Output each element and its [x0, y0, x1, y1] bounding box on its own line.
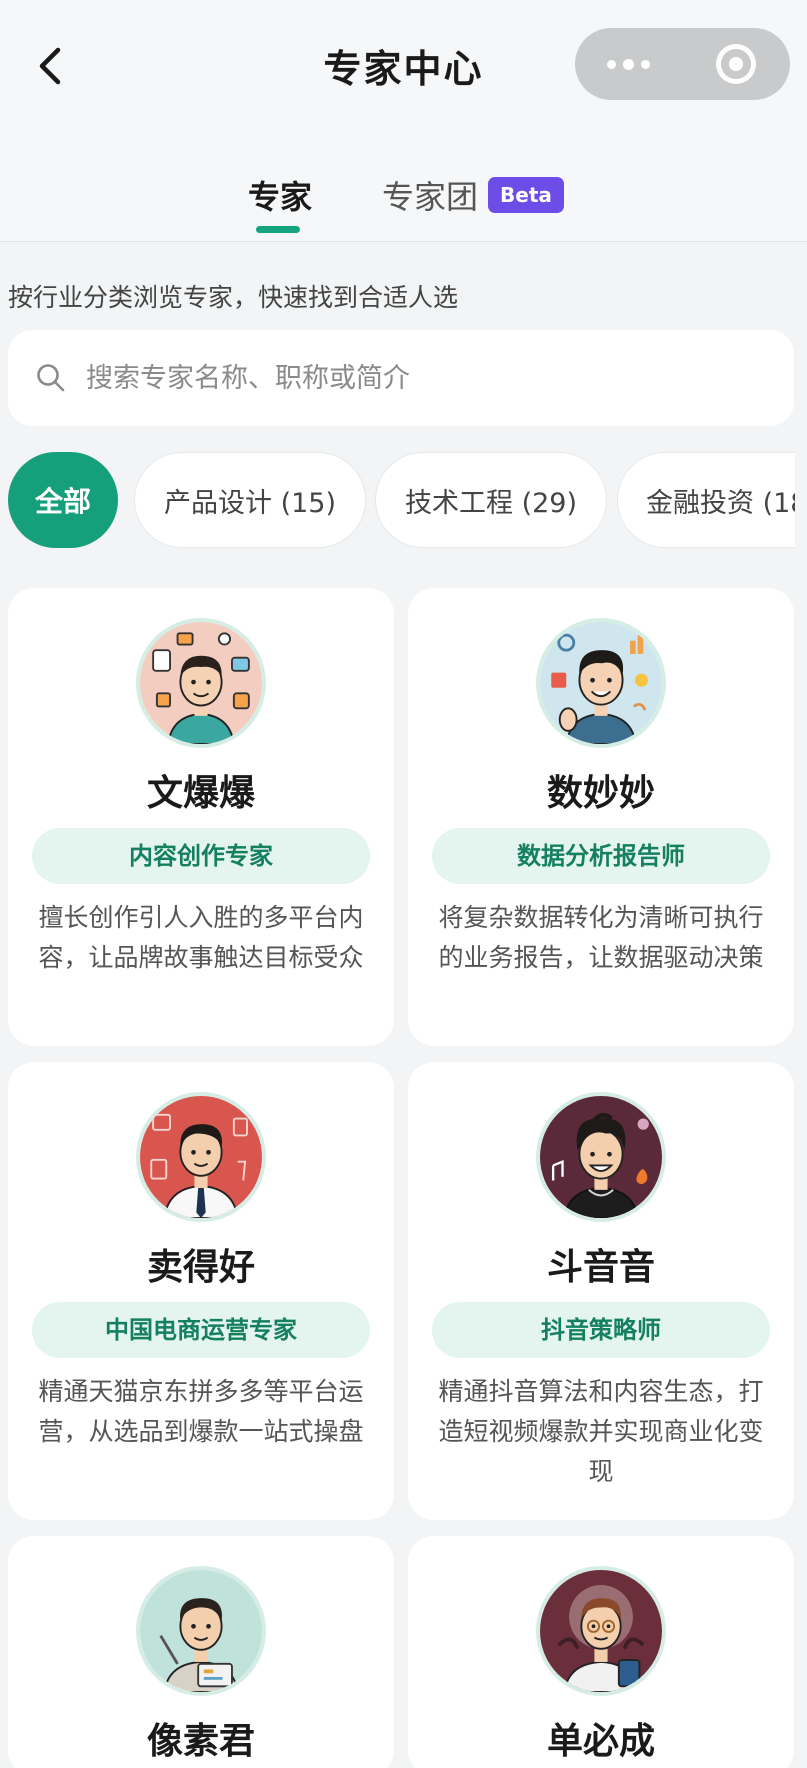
avatar [536, 1092, 666, 1222]
navigation-bar: 专家中心 [0, 0, 807, 130]
expert-card[interactable]: 斗音音 抖音策略师 精通抖音算法和内容生态，打造短视频爆款并实现商业化变现 [408, 1062, 794, 1520]
avatar [136, 1092, 266, 1222]
expert-name: 文爆爆 [146, 773, 255, 814]
expert-title-badge: 抖音策略师 [432, 1302, 770, 1358]
expert-avatar-illustration [540, 622, 662, 744]
expert-title-badge: 数据分析报告师 [432, 828, 770, 884]
expert-description: 精通抖音算法和内容生态，打造短视频爆款并实现商业化变现 [438, 1377, 764, 1486]
more-dot-icon [641, 59, 650, 69]
tab-bar: 专家 专家团 Beta [0, 130, 807, 242]
search-bar[interactable] [8, 330, 794, 426]
expert-avatar-illustration [140, 1570, 262, 1692]
close-miniprogram-button[interactable] [682, 28, 790, 100]
expert-title-badge: 中国电商运营专家 [32, 1302, 370, 1358]
search-icon [37, 364, 65, 392]
expert-name: 数妙妙 [546, 773, 655, 814]
expert-avatar-illustration [140, 622, 262, 744]
expert-name: 斗音音 [546, 1247, 655, 1288]
more-dot-icon [623, 58, 634, 70]
expert-avatar-illustration [540, 1096, 662, 1218]
category-filter-bar: 全部 产品设计 (15) 技术工程 (29) 金融投资 (18 [8, 452, 795, 552]
expert-center-page: 专家中心 专家 专家团 Beta 按行业分类浏览专家，快速找到合适人选 搜索专家… [0, 0, 807, 1768]
expert-avatar-illustration [140, 1096, 262, 1218]
avatar [136, 618, 266, 748]
category-chip-tech-engineering[interactable]: 技术工程 (29) [375, 452, 607, 548]
tab-expert-team[interactable]: 专家团 Beta [382, 172, 564, 218]
target-circle-icon [716, 44, 756, 84]
expert-name: 卖得好 [146, 1247, 255, 1288]
expert-description: 擅长创作引人入胜的多平台内容，让品牌故事触达目标受众 [38, 903, 364, 972]
expert-name: 单必成 [546, 1721, 655, 1762]
avatar [136, 1566, 266, 1696]
expert-card[interactable]: 像素君 [8, 1536, 394, 1768]
avatar [536, 618, 666, 748]
expert-card[interactable]: 文爆爆 内容创作专家 擅长创作引人入胜的多平台内容，让品牌故事触达目标受众 [8, 588, 394, 1046]
expert-card[interactable]: 卖得好 中国电商运营专家 精通天猫京东拼多多等平台运营，从选品到爆款一站式操盘 [8, 1062, 394, 1520]
active-tab-indicator [256, 226, 300, 233]
tab-expert[interactable]: 专家 [248, 172, 312, 218]
page-subtitle: 按行业分类浏览专家，快速找到合适人选 [8, 283, 459, 312]
category-chip-finance-investment[interactable]: 金融投资 (18 [617, 452, 795, 548]
category-chip-all[interactable]: 全部 [8, 452, 118, 548]
expert-description: 精通天猫京东拼多多等平台运营，从选品到爆款一站式操盘 [38, 1377, 364, 1446]
expert-name: 像素君 [146, 1721, 255, 1762]
expert-card[interactable]: 数妙妙 数据分析报告师 将复杂数据转化为清晰可执行的业务报告，让数据驱动决策 [408, 588, 794, 1046]
tab-expert-team-label: 专家团 [382, 178, 479, 216]
expert-card[interactable]: 单必成 [408, 1536, 794, 1768]
search-input[interactable] [86, 362, 726, 394]
more-button[interactable] [575, 28, 682, 100]
beta-badge: Beta [488, 177, 564, 213]
expert-description: 将复杂数据转化为清晰可执行的业务报告，让数据驱动决策 [438, 903, 764, 972]
expert-title-badge: 内容创作专家 [32, 828, 370, 884]
mini-program-capsule [575, 28, 790, 100]
expert-avatar-illustration [540, 1570, 662, 1692]
avatar [536, 1566, 666, 1696]
category-chip-product-design[interactable]: 产品设计 (15) [134, 452, 366, 548]
more-dot-icon [607, 59, 616, 69]
